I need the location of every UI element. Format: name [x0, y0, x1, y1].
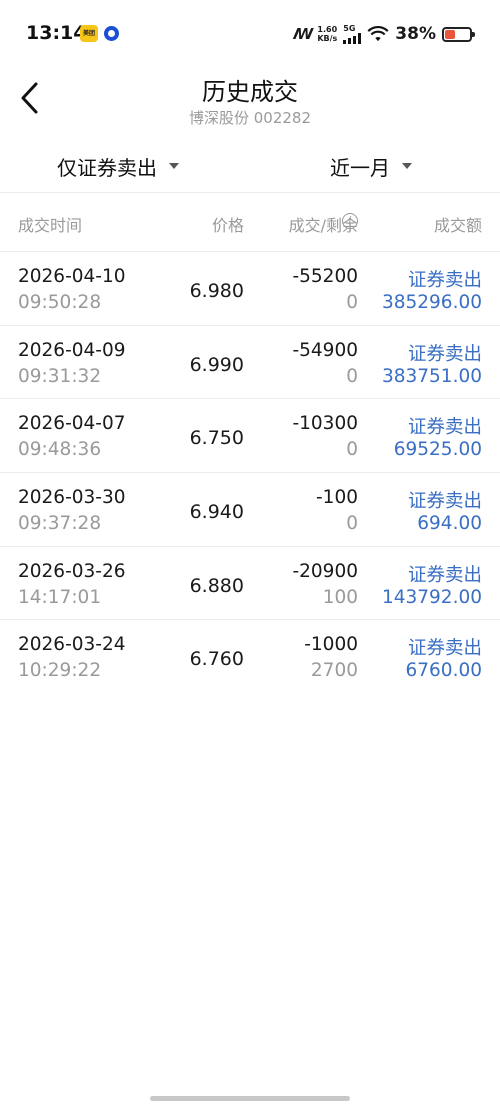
network-speed: 1.60 KB/s: [317, 25, 337, 43]
trade-remain: 0: [346, 513, 358, 535]
trade-price: 6.990: [189, 353, 244, 376]
trade-qty: -54900: [292, 339, 358, 361]
trade-amount: 6760.00: [405, 660, 482, 682]
trade-amount: 694.00: [417, 513, 482, 535]
trade-type: 证券卖出: [407, 270, 482, 291]
trade-qty: -20900: [292, 560, 358, 582]
cellular-signal-icon: 5G: [343, 23, 362, 44]
carrier-logo-icon: ꟿ: [293, 25, 313, 43]
trade-list: 2026-04-10 09:50:28 6.980 -55200 0 证券卖出 …: [0, 251, 500, 693]
trade-date: 2026-03-30: [18, 487, 126, 509]
trade-type: 证券卖出: [407, 638, 482, 660]
trade-amount: 383751.00: [381, 365, 482, 387]
trade-price: 6.980: [189, 280, 244, 302]
trade-type-filter[interactable]: 仅证券卖出: [57, 152, 179, 180]
trade-qty: -55200: [292, 266, 358, 287]
column-header-price: 价格: [211, 216, 244, 235]
trade-type: 证券卖出: [407, 491, 482, 513]
trade-amount: 69525.00: [393, 439, 482, 461]
table-row[interactable]: 2026-03-30 09:37:28 6.940 -100 0 证券卖出 69…: [0, 472, 500, 546]
trade-remain: 2700: [310, 660, 358, 682]
period-filter[interactable]: 近一月: [330, 152, 412, 180]
trade-time: 09:48:36: [18, 439, 102, 461]
trade-time: 10:29:22: [18, 660, 102, 682]
table-row[interactable]: 2026-04-10 09:50:28 6.980 -55200 0 证券卖出 …: [0, 251, 500, 325]
trade-type: 证券卖出: [407, 343, 482, 365]
page-title: 历史成交: [202, 78, 298, 106]
trade-type: 证券卖出: [407, 564, 482, 586]
trade-amount: 385296.00: [381, 292, 482, 313]
network-speed-unit: KB/s: [317, 34, 338, 43]
stock-subtitle: 博深股份 002282: [188, 109, 312, 127]
trade-price: 6.940: [189, 501, 244, 524]
trade-time: 09:31:32: [18, 365, 102, 387]
trade-date: 2026-04-10: [18, 266, 126, 287]
trade-remain: 0: [346, 365, 358, 387]
trade-date: 2026-04-09: [18, 339, 126, 361]
trade-type: 证券卖出: [407, 417, 482, 439]
trade-remain: 0: [346, 292, 358, 313]
network-speed-value: 1.60: [317, 25, 338, 34]
trade-time: 14:17:01: [18, 586, 102, 608]
trade-price: 6.760: [189, 648, 244, 671]
network-type: 5G: [343, 23, 356, 33]
trade-qty: -10300: [292, 413, 358, 435]
trade-date: 2026-03-24: [18, 634, 126, 656]
info-icon[interactable]: i: [342, 213, 358, 229]
status-icons: ꟿ 1.60 KB/s 5G 38%: [293, 22, 475, 46]
dropdown-caret-icon: [169, 163, 179, 169]
notification-app-icon: [104, 26, 119, 41]
divider: [0, 192, 500, 193]
trade-price: 6.750: [189, 427, 244, 450]
table-row[interactable]: 2026-03-26 14:17:01 6.880 -20900 100 证券卖…: [0, 545, 500, 620]
trade-type-label: 仅证券卖出: [57, 155, 157, 180]
home-indicator[interactable]: [150, 1096, 350, 1101]
table-row[interactable]: 2026-04-07 09:48:36 6.750 -10300 0 证券卖出 …: [0, 398, 500, 472]
table-row[interactable]: 2026-04-09 09:31:32 6.990 -54900 0 证券卖出 …: [0, 324, 500, 399]
battery-icon: [442, 26, 475, 42]
trade-time: 09:37:28: [18, 513, 102, 535]
column-header-time: 成交时间: [18, 216, 83, 235]
trade-remain: 0: [346, 439, 358, 461]
trade-qty: -100: [316, 487, 358, 509]
battery-fill: [445, 29, 455, 39]
trade-remain: 100: [322, 586, 358, 608]
trade-amount: 143792.00: [381, 586, 482, 608]
wifi-icon: [367, 26, 389, 42]
meituan-app-icon: 美团: [80, 25, 98, 42]
status-bar: 13:14 美团 ꟿ 1.60 KB/s 5G 38%: [0, 0, 500, 66]
trade-date: 2026-04-07: [18, 413, 126, 435]
trade-date: 2026-03-26: [18, 560, 126, 582]
dropdown-caret-icon: [402, 163, 412, 169]
trade-time: 09:50:28: [18, 292, 102, 313]
battery-percent: 38%: [395, 24, 436, 44]
status-time: 13:14: [26, 22, 87, 44]
table-row[interactable]: 2026-03-24 10:29:22 6.760 -1000 2700 证券卖…: [0, 619, 500, 693]
period-label: 近一月: [330, 155, 390, 180]
trade-price: 6.880: [189, 574, 244, 597]
column-header-amount: 成交额: [433, 216, 482, 235]
trade-qty: -1000: [304, 634, 358, 656]
